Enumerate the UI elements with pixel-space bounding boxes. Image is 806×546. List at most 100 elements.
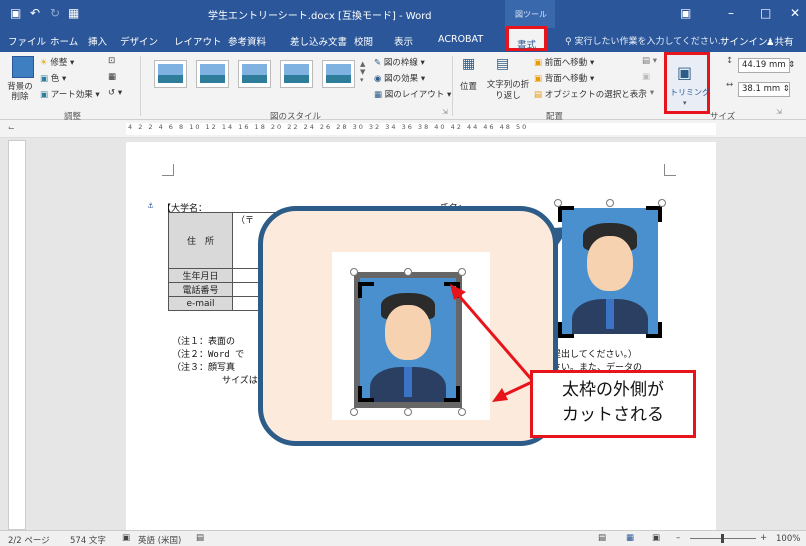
note-line: 提出してください。）	[552, 350, 637, 360]
undo-icon[interactable]: ↶	[30, 6, 40, 20]
style-thumb-4[interactable]	[280, 60, 313, 88]
crop-icon: ▣	[677, 63, 693, 82]
redo-icon[interactable]: ↻	[50, 6, 60, 20]
gallery-scroll-icon[interactable]: ▲ ▼ ▾	[360, 60, 365, 84]
bring-forward-button[interactable]: ▣ 前面へ移動 ▾	[534, 56, 594, 68]
context-tool-label: 図ツール	[505, 0, 555, 28]
crop-button[interactable]: ▣ トリミング ▾	[664, 52, 710, 114]
tab-view[interactable]: 表示	[394, 34, 413, 48]
artistic-effects-button[interactable]: ▣ アート効果 ▾	[40, 88, 100, 100]
annotation-line: 太枠の外側が	[562, 380, 664, 400]
photo-face	[384, 305, 432, 360]
bring-forward-icon: ▣	[534, 58, 543, 68]
crop-handle	[358, 282, 374, 298]
selection-pane-label: オブジェクトの選択と表示	[544, 90, 647, 100]
wrap-text-icon: ▤	[496, 56, 510, 72]
document-photo[interactable]	[562, 208, 658, 334]
height-value: 44.19 mm	[742, 60, 786, 70]
maximize-button[interactable]: □	[760, 6, 771, 20]
picture-effects-icon: ◉	[374, 74, 382, 84]
print-preview-icon[interactable]: ▦	[68, 6, 79, 20]
reset-picture-icon[interactable]: ↺ ▾	[108, 88, 122, 98]
picture-layout-button[interactable]: ▦ 図のレイアウト ▾	[374, 88, 451, 100]
selection-pane-button[interactable]: ▤ オブジェクトの選択と表示	[534, 88, 647, 100]
tell-me-box[interactable]: ⚲ 実行したい作業を入力してください...	[565, 34, 727, 47]
rotate-icon[interactable]: ↻ ▾	[640, 88, 654, 98]
zoom-in-icon[interactable]: +	[760, 533, 767, 543]
tab-mailings[interactable]: 差し込み文書	[290, 34, 347, 48]
zoom-level[interactable]: 100%	[776, 534, 800, 544]
crop-handle[interactable]	[646, 206, 662, 222]
remove-background-button[interactable]: 背景の削除	[6, 82, 34, 102]
resize-handle[interactable]	[606, 199, 614, 207]
picture-layout-icon: ▦	[374, 90, 383, 100]
style-thumb-3[interactable]	[238, 60, 271, 88]
send-backward-button[interactable]: ▣ 背面へ移動 ▾	[534, 72, 594, 84]
color-button[interactable]: ▣ 色 ▾	[40, 72, 66, 84]
position-button[interactable]: 位置	[460, 80, 477, 92]
align-icon[interactable]: ▤ ▾	[642, 56, 657, 66]
resize-handle	[404, 408, 412, 416]
tab-insert[interactable]: 挿入	[88, 34, 107, 48]
tab-layout[interactable]: レイアウト	[174, 34, 222, 48]
width-spinner[interactable]: 38.1 mm ⇕	[738, 82, 790, 97]
print-layout-icon[interactable]: ▦	[626, 533, 634, 543]
horizontal-ruler[interactable]: ⌙ 4 2 2 4 6 8 10 12 14 16 18 20 22 24 26…	[0, 120, 806, 138]
picture-effects-button[interactable]: ◉ 図の効果 ▾	[374, 72, 425, 84]
tab-file[interactable]: ファイル	[8, 34, 46, 48]
divider	[140, 56, 141, 116]
width-icon: ↔	[726, 80, 734, 90]
signin-link[interactable]: サインイン	[720, 34, 768, 48]
tab-review[interactable]: 校閲	[354, 34, 373, 48]
dialog-launcher-icon[interactable]: ⇲	[442, 108, 448, 116]
style-thumb-hill	[242, 75, 267, 83]
crop-handle[interactable]	[646, 322, 662, 338]
artistic-effects-icon: ▣	[40, 90, 49, 100]
share-button[interactable]: ♟共有	[766, 34, 794, 48]
tab-acrobat[interactable]: ACROBAT	[438, 34, 483, 45]
arrow-line	[452, 289, 534, 381]
change-picture-icon[interactable]: ▦	[108, 72, 116, 82]
resize-handle	[350, 408, 358, 416]
page-count[interactable]: 2/2 ページ	[8, 534, 50, 546]
tab-references[interactable]: 参考資料	[228, 34, 266, 48]
margin-mark	[664, 164, 676, 176]
annotation-box: 太枠の外側が カットされる	[530, 370, 696, 438]
proofing-icon[interactable]: ▣	[122, 533, 130, 543]
crop-handle[interactable]	[558, 322, 574, 338]
minimize-button[interactable]: –	[728, 6, 734, 20]
read-mode-icon[interactable]: ▤	[598, 533, 606, 543]
title-bar: ▣ ↶ ↻ ▦ 学生エントリーシート.docx [互換モード] - Word 図…	[0, 0, 806, 28]
wrap-text-button[interactable]: 文字列の折り返し	[484, 80, 532, 102]
crop-handle[interactable]	[558, 206, 574, 222]
save-icon[interactable]: ▣	[10, 6, 21, 20]
language[interactable]: 英語 (米国)	[138, 534, 181, 546]
style-thumb-2[interactable]	[196, 60, 229, 88]
ribbon-options-icon[interactable]: ▣	[680, 6, 691, 20]
resize-handle[interactable]	[554, 199, 562, 207]
macro-icon[interactable]: ▤	[196, 533, 204, 543]
picture-border-button[interactable]: ✎ 図の枠線 ▾	[374, 56, 425, 68]
tab-selector-icon[interactable]: ⌙	[8, 123, 15, 132]
status-bar: 2/2 ページ 574 文字 ▣ 英語 (米国) ▤ ▤ ▦ ▣ – + 100…	[0, 530, 806, 546]
zoom-slider-thumb[interactable]	[721, 534, 724, 543]
tab-design[interactable]: デザイン	[120, 34, 158, 48]
crop-label: トリミング	[670, 88, 710, 97]
note-line: （注２：Word で	[172, 350, 245, 360]
remove-background-icon[interactable]	[12, 56, 34, 78]
close-button[interactable]: ✕	[790, 6, 800, 20]
tab-format[interactable]: 書式	[506, 26, 548, 51]
width-value: 38.1 mm	[742, 84, 781, 94]
height-spinner[interactable]: 44.19 mm ⇕	[738, 58, 795, 73]
zoom-out-icon[interactable]: –	[676, 533, 680, 543]
resize-handle[interactable]	[658, 199, 666, 207]
corrections-button[interactable]: ☀ 修整 ▾	[40, 56, 74, 68]
vertical-ruler[interactable]	[8, 140, 26, 530]
style-thumb-5[interactable]	[322, 60, 355, 88]
word-count[interactable]: 574 文字	[70, 534, 106, 546]
tab-home[interactable]: ホーム	[50, 34, 78, 48]
style-thumb-1[interactable]	[154, 60, 187, 88]
compress-icon[interactable]: ⊡	[108, 56, 115, 66]
web-layout-icon[interactable]: ▣	[652, 533, 660, 543]
size-dialog-launcher-icon[interactable]: ⇲	[776, 108, 782, 116]
